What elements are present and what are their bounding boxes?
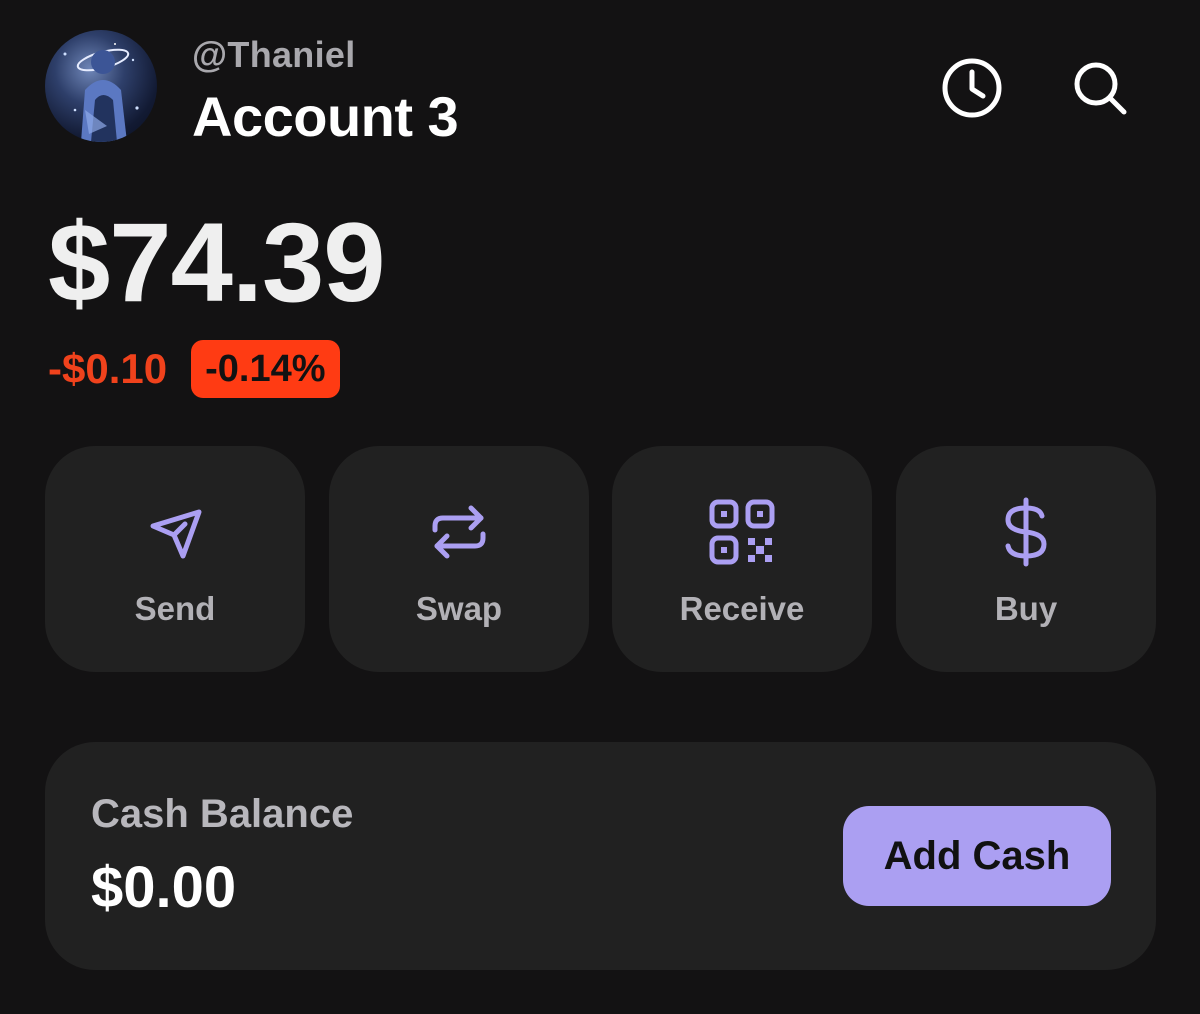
cash-balance-value: $0.00 bbox=[91, 855, 237, 920]
dollar-icon bbox=[1005, 497, 1047, 567]
receive-button[interactable]: Receive bbox=[612, 446, 872, 672]
swap-icon bbox=[432, 505, 486, 559]
change-percent-badge: -0.14% bbox=[191, 340, 340, 398]
avatar[interactable] bbox=[45, 30, 157, 142]
history-icon bbox=[942, 58, 1002, 118]
cash-balance-label: Cash Balance bbox=[91, 792, 354, 836]
search-icon bbox=[1074, 62, 1127, 115]
cash-balance-card: Cash Balance $0.00 Add Cash bbox=[45, 742, 1156, 970]
receive-label: Receive bbox=[679, 590, 805, 627]
swap-button[interactable]: Swap bbox=[329, 446, 589, 672]
history-button[interactable] bbox=[936, 52, 1008, 124]
account-handle: @Thaniel bbox=[192, 34, 356, 75]
avatar-image bbox=[63, 43, 139, 142]
search-button[interactable] bbox=[1064, 52, 1136, 124]
add-cash-button[interactable]: Add Cash bbox=[843, 806, 1111, 906]
qr-code-icon bbox=[709, 499, 775, 565]
balance-change: -$0.10 -0.14% bbox=[48, 340, 340, 398]
total-balance: $74.39 bbox=[48, 200, 386, 325]
send-icon bbox=[150, 509, 202, 559]
account-name[interactable]: Account 3 bbox=[192, 84, 459, 149]
buy-label: Buy bbox=[994, 590, 1058, 627]
wallet-home-screen: @Thaniel Account 3 $74.39 -$0.10 -0.14% … bbox=[0, 0, 1200, 1014]
buy-button[interactable]: Buy bbox=[896, 446, 1156, 672]
swap-label: Swap bbox=[415, 590, 503, 627]
send-button[interactable]: Send bbox=[45, 446, 305, 672]
change-value: -$0.10 bbox=[48, 345, 168, 392]
send-label: Send bbox=[134, 590, 216, 627]
